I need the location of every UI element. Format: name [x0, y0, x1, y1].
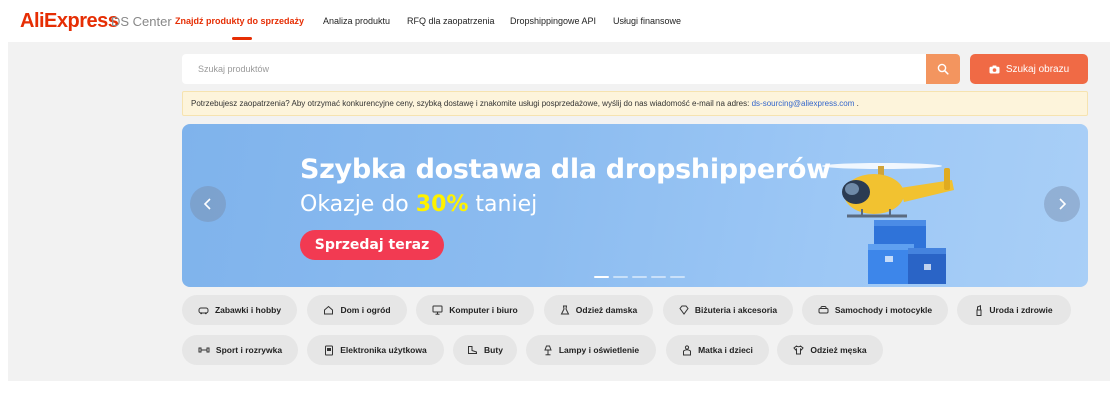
camera-icon — [989, 65, 1000, 73]
sourcing-email-link[interactable]: ds-sourcing@aliexpress.com — [752, 99, 855, 108]
category-computer-office[interactable]: Komputer i biuro — [416, 295, 534, 325]
page-footer-spacer — [8, 381, 1110, 405]
search-bar — [182, 54, 960, 84]
category-cars-motorcycles[interactable]: Samochody i motocykle — [802, 295, 948, 325]
search-button[interactable] — [926, 54, 960, 84]
gem-icon — [679, 305, 689, 315]
nav-product-analysis[interactable]: Analiza produktu — [323, 16, 390, 26]
banner-subtitle-post: taniej — [468, 192, 538, 217]
category-home-garden[interactable]: Dom i ogród — [307, 295, 407, 325]
search-input[interactable] — [182, 54, 926, 84]
notice-trail: . — [854, 99, 859, 108]
category-label: Odzież męska — [810, 345, 867, 355]
ds-center-label: DS Center — [111, 14, 172, 29]
notice-text: Potrzebujesz zaopatrzenia? Aby otrzymać … — [191, 99, 752, 108]
image-search-label: Szukaj obrazu — [1005, 63, 1070, 75]
carousel-prev-button[interactable] — [190, 186, 226, 222]
carousel-dot[interactable] — [632, 276, 647, 278]
category-mother-kids[interactable]: Matka i dzieci — [666, 335, 769, 365]
shirt-icon — [793, 345, 805, 355]
chevron-right-icon — [1059, 198, 1067, 210]
category-jewelry-accessories[interactable]: Biżuteria i akcesoria — [663, 295, 793, 325]
active-nav-indicator — [232, 37, 252, 40]
sell-now-button[interactable]: Sprzedaj teraz — [300, 230, 444, 260]
category-label: Komputer i biuro — [449, 305, 518, 315]
image-search-button[interactable]: Szukaj obrazu — [970, 54, 1088, 84]
banner-discount: 30% — [415, 192, 469, 217]
category-label: Sport i rozrywka — [215, 345, 283, 355]
category-lamps-lighting[interactable]: Lampy i oświetlenie — [526, 335, 656, 365]
nav-find-products[interactable]: Znajdź produkty do sprzedaży — [175, 16, 304, 26]
device-icon — [325, 345, 334, 355]
category-consumer-electronics[interactable]: Elektronika użytkowa — [307, 335, 444, 365]
monitor-icon — [432, 305, 443, 315]
promo-banner[interactable]: Szybka dostawa dla dropshipperów Okazje … — [182, 124, 1088, 287]
car-icon — [818, 306, 829, 314]
category-label: Dom i ogród — [340, 305, 391, 315]
nav-rfq-sourcing[interactable]: RFQ dla zaopatrzenia — [407, 16, 495, 26]
top-nav: AliExpress DS Center Znajdź produkty do … — [0, 0, 1110, 42]
nav-dropshipping-api[interactable]: Dropshippingowe API — [510, 16, 596, 26]
category-label: Matka i dzieci — [698, 345, 753, 355]
carousel-next-button[interactable] — [1044, 186, 1080, 222]
category-label: Uroda i zdrowie — [989, 305, 1053, 315]
chevron-left-icon — [203, 198, 211, 210]
category-womens-clothing[interactable]: Odzież damska — [544, 295, 653, 325]
banner-subtitle: Okazje do 30% taniej — [300, 192, 537, 217]
category-label: Zabawki i hobby — [214, 305, 282, 315]
nav-financial-services[interactable]: Usługi finansowe — [613, 16, 681, 26]
lamp-icon — [544, 345, 552, 355]
category-mens-clothing[interactable]: Odzież męska — [777, 335, 883, 365]
search-icon — [937, 63, 949, 75]
dress-icon — [560, 305, 570, 315]
category-label: Buty — [484, 345, 503, 355]
toy-car-icon — [198, 307, 209, 315]
banner-subtitle-pre: Okazje do — [300, 192, 416, 217]
category-label: Odzież damska — [575, 305, 638, 315]
banner-title: Szybka dostawa dla dropshipperów — [300, 154, 831, 185]
carousel-dot[interactable] — [594, 276, 609, 278]
helicopter-boxes-illustration — [822, 163, 954, 284]
category-label: Biżuteria i akcesoria — [694, 305, 778, 315]
dumbbell-icon — [198, 347, 210, 353]
sourcing-notice: Potrzebujesz zaopatrzenia? Aby otrzymać … — [182, 91, 1088, 116]
home-icon — [324, 305, 334, 315]
carousel-dot[interactable] — [651, 276, 666, 278]
category-sport-entertainment[interactable]: Sport i rozrywka — [182, 335, 298, 365]
carousel-dot[interactable] — [670, 276, 685, 278]
baby-icon — [683, 344, 692, 355]
carousel-dots — [594, 276, 685, 278]
category-toys-hobby[interactable]: Zabawki i hobby — [182, 295, 297, 325]
category-label: Samochody i motocykle — [834, 305, 933, 315]
category-shoes[interactable]: Buty — [453, 335, 517, 365]
category-label: Lampy i oświetlenie — [558, 345, 640, 355]
category-label: Elektronika użytkowa — [340, 345, 427, 355]
lipstick-icon — [976, 304, 982, 316]
shoe-icon — [468, 346, 478, 354]
aliexpress-logo[interactable]: AliExpress — [20, 10, 119, 33]
carousel-dot[interactable] — [613, 276, 628, 278]
category-beauty-health[interactable]: Uroda i zdrowie — [957, 295, 1071, 325]
